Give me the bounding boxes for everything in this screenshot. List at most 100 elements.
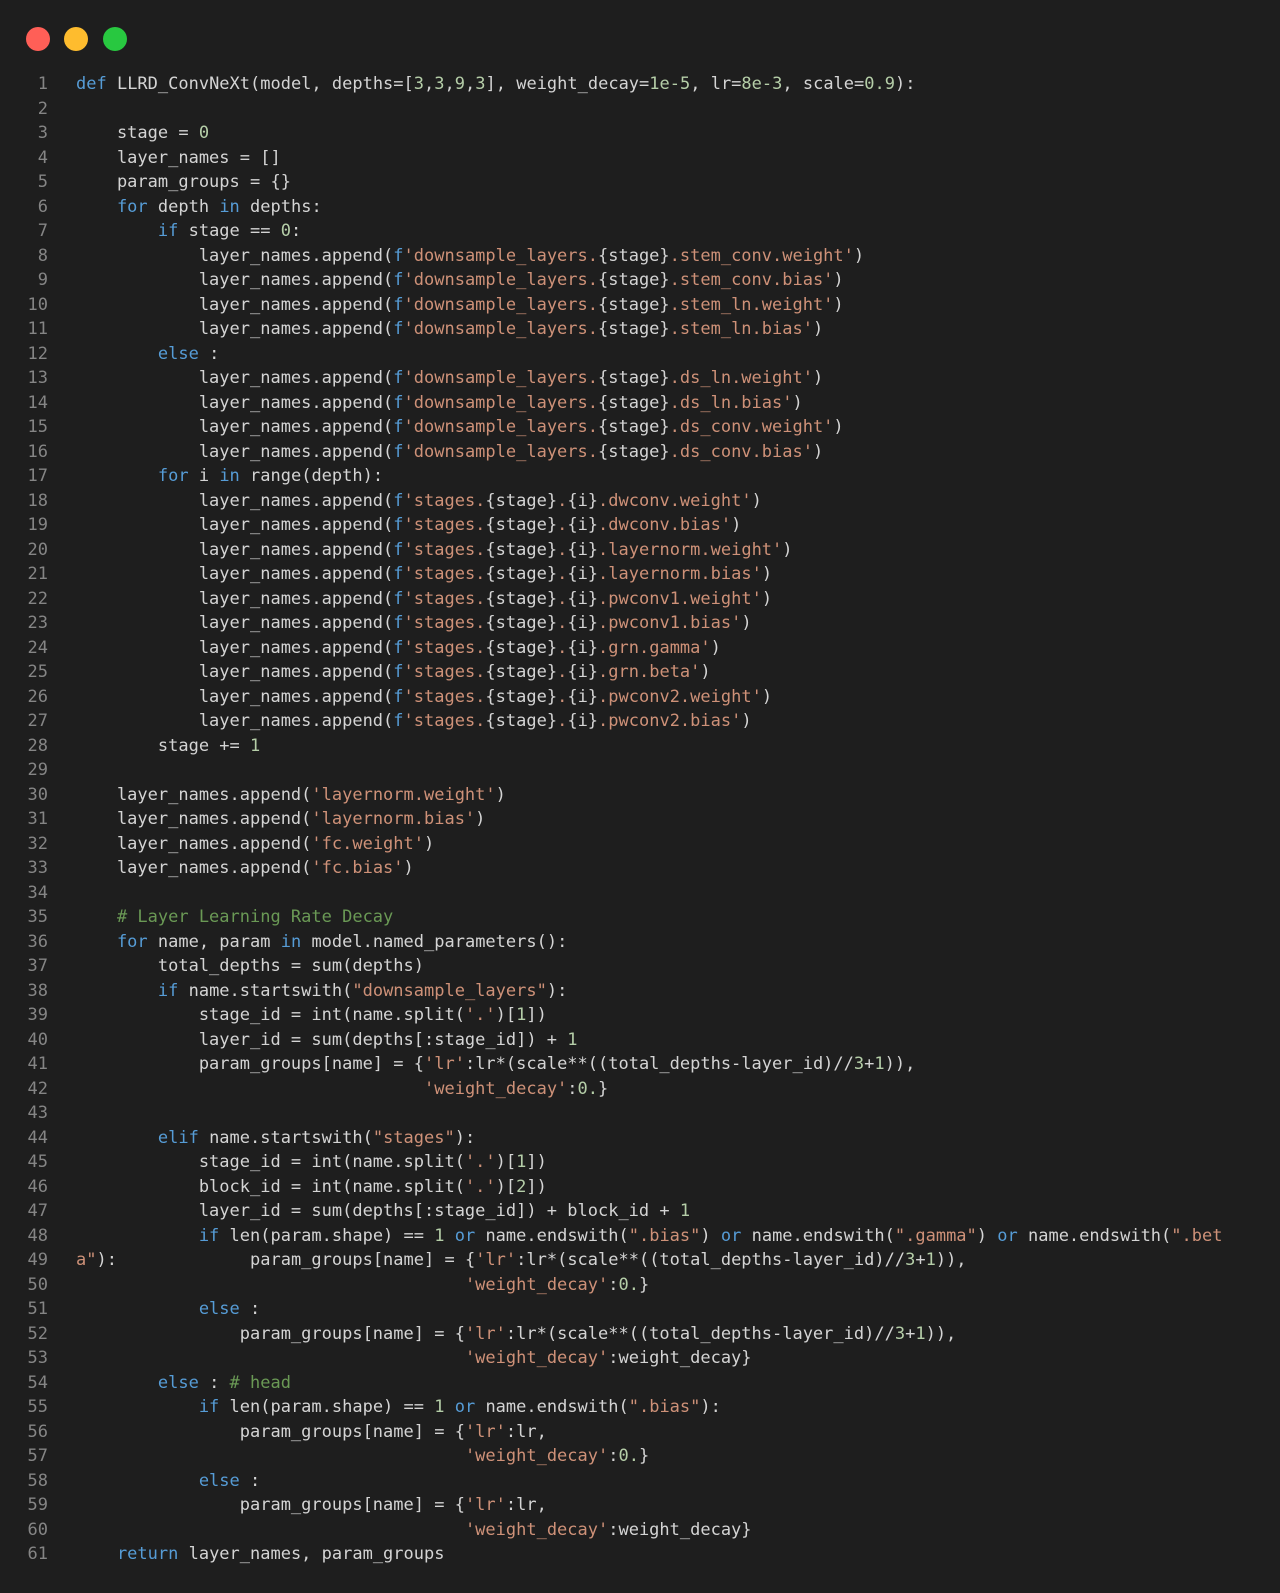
- code-line: 32 layer_names.append('fc.weight'): [0, 832, 1280, 857]
- code-token: ): [700, 1225, 721, 1246]
- code-token: ,: [424, 74, 435, 94]
- code-token: 'lr': [475, 1250, 517, 1270]
- code-token: , scale=: [782, 74, 865, 94]
- code-token: layer_names.append(: [76, 662, 394, 682]
- code-token: f: [393, 613, 404, 633]
- code-text: layer_names.append(f'stages.{stage}.{i}.…: [76, 562, 772, 587]
- line-number: 50: [27, 1274, 48, 1295]
- code-token: {stage}: [598, 319, 670, 339]
- code-editor[interactable]: 1 def LLRD_ConvNeXt(model, depths=[3,3,9,…: [0, 72, 1280, 1567]
- code-text: layer_names.append(f'downsample_layers.{…: [76, 293, 844, 318]
- code-text: layer_names.append('layernorm.weight'): [76, 783, 506, 808]
- code-text: layer_names.append(f'stages.{stage}.{i}.…: [76, 636, 721, 661]
- code-line: 43: [0, 1101, 1280, 1126]
- code-token: name, param: [147, 931, 281, 952]
- code-token: ): [741, 613, 752, 633]
- code-token: f: [393, 270, 404, 290]
- code-line: 39 stage_id = int(name.split('.')[1]): [0, 1003, 1280, 1028]
- code-token: 'lr': [464, 1495, 506, 1515]
- code-token: f: [393, 662, 404, 682]
- code-line: 34: [0, 881, 1280, 906]
- line-number: 27: [27, 711, 48, 731]
- line-number: 54: [27, 1372, 48, 1393]
- code-token: 1: [925, 1250, 936, 1270]
- code-token: f: [393, 686, 404, 707]
- code-line: 25 layer_names.append(f'stages.{stage}.{…: [0, 660, 1280, 685]
- code-token: layer_names.append(: [76, 564, 394, 584]
- maximize-window-icon[interactable]: [103, 27, 127, 51]
- code-token: layer_names.append(: [76, 539, 394, 560]
- code-token: 1e-5: [649, 74, 691, 94]
- code-token: 1: [516, 1152, 527, 1172]
- code-token: .dwconv.weight': [598, 490, 752, 511]
- code-token: ): [812, 368, 824, 388]
- code-token: {i}: [567, 564, 599, 584]
- line-number: 52: [27, 1323, 48, 1344]
- code-line: 10 layer_names.append(f'downsample_layer…: [0, 293, 1280, 318]
- minimize-window-icon[interactable]: [64, 27, 88, 51]
- code-line: 38 if name.startswith("downsample_layers…: [0, 979, 1280, 1004]
- code-token: ): [700, 662, 711, 682]
- code-token: 0.: [618, 1446, 639, 1466]
- code-token: 3: [413, 74, 425, 94]
- code-token: 1: [679, 1201, 691, 1221]
- code-token: layer_names.append(: [76, 392, 394, 413]
- code-token: name.endswith(: [741, 1225, 895, 1246]
- code-token: layer_names.append(: [76, 858, 312, 878]
- code-text: layer_names.append('fc.bias'): [76, 856, 414, 881]
- code-token: {i}: [567, 588, 599, 609]
- code-token: .dwconv.bias': [598, 515, 732, 535]
- code-token: ): [833, 270, 844, 290]
- code-line: 3 stage = 0: [0, 121, 1280, 146]
- line-number: 31: [27, 809, 48, 829]
- code-line: 13 layer_names.append(f'downsample_layer…: [0, 366, 1280, 391]
- code-token: )[: [495, 1152, 517, 1172]
- code-token: layer_id = sum(depths[:stage_id]) +: [76, 1029, 568, 1050]
- code-token: .: [557, 637, 568, 658]
- line-number: 10: [27, 294, 48, 315]
- code-token: 0.: [618, 1274, 639, 1295]
- code-token: .pwconv1.bias': [598, 613, 742, 633]
- code-token: name.endswith(: [475, 1225, 629, 1246]
- line-number: 4: [37, 147, 48, 168]
- code-token: f: [393, 711, 404, 731]
- code-token: ): [741, 711, 752, 731]
- code-token: :weight_decay}: [608, 1348, 752, 1368]
- code-token: ,: [444, 74, 455, 94]
- code-line: 4 layer_names = []: [0, 146, 1280, 171]
- code-text: # Layer Learning Rate Decay: [76, 905, 393, 930]
- code-token: ".bet: [1171, 1225, 1223, 1246]
- code-token: +: [915, 1250, 926, 1270]
- code-text: if len(param.shape) == 1 or name.endswit…: [76, 1224, 1223, 1249]
- code-text: layer_id = sum(depths[:stage_id]) + bloc…: [76, 1199, 690, 1224]
- code-line: 18 layer_names.append(f'stages.{stage}.{…: [0, 489, 1280, 514]
- code-line: 59 param_groups[name] = {'lr':lr,: [0, 1493, 1280, 1518]
- code-token: 'downsample_layers.: [403, 245, 598, 266]
- code-line: 45 stage_id = int(name.split('.')[1]): [0, 1150, 1280, 1175]
- code-token: .pwconv2.bias': [598, 711, 742, 731]
- code-token: :lr*(scale**((total_depths-layer_id)//: [505, 1323, 895, 1344]
- code-token: {i}: [567, 686, 599, 707]
- code-token: or: [720, 1225, 742, 1246]
- code-token: 0: [198, 123, 210, 143]
- code-token: stage_id = int(name.split(: [76, 1005, 465, 1025]
- line-number: 59: [27, 1495, 48, 1515]
- line-number: 26: [27, 686, 48, 707]
- code-token: :weight_decay}: [608, 1519, 752, 1540]
- code-token: else: [76, 1299, 240, 1319]
- code-text: for i in range(depth):: [76, 464, 383, 489]
- code-line: 56 param_groups[name] = {'lr':lr,: [0, 1420, 1280, 1445]
- line-number: 39: [27, 1005, 48, 1025]
- code-token: {stage}: [485, 686, 558, 707]
- line-number: 37: [27, 956, 48, 976]
- code-token: layer_names.append(: [76, 441, 394, 462]
- code-token: {i}: [567, 490, 599, 511]
- code-token: {stage}: [485, 613, 558, 633]
- code-token: 'stages.: [403, 539, 486, 560]
- code-token: 1: [915, 1323, 926, 1344]
- code-token: 'weight_decay': [464, 1519, 609, 1540]
- line-number: 16: [27, 441, 48, 462]
- close-window-icon[interactable]: [26, 27, 50, 51]
- code-line: 33 layer_names.append('fc.bias'): [0, 856, 1280, 881]
- code-token: ):: [700, 1397, 721, 1417]
